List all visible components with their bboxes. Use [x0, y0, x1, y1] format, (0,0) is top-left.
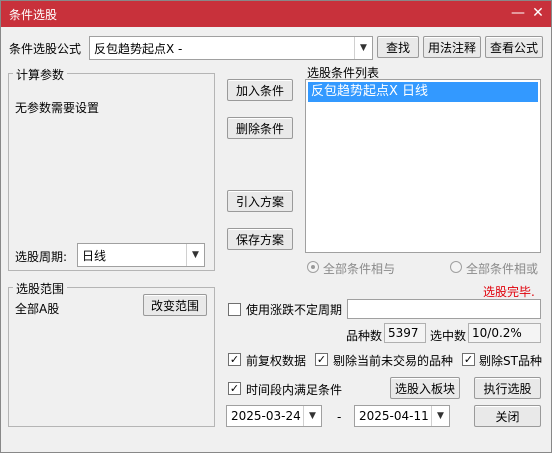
- close-icon[interactable]: ✕: [529, 4, 547, 22]
- to-block-button[interactable]: 选股入板块: [390, 377, 460, 399]
- end-date-value: 2025-04-11: [359, 409, 429, 423]
- adjust-label: 前复权数据: [246, 354, 307, 368]
- save-plan-button[interactable]: 保存方案: [227, 228, 293, 250]
- exclude-st-checkbox[interactable]: ✓: [462, 353, 475, 366]
- limit-period-label: 使用涨跌不定周期: [246, 303, 343, 317]
- or-radio-label: 全部条件相或: [466, 262, 539, 276]
- start-date-picker[interactable]: 2025-03-24 ▼: [226, 405, 322, 427]
- view-formula-button[interactable]: 查看公式: [485, 36, 543, 58]
- delete-condition-button[interactable]: 删除条件: [227, 117, 293, 139]
- add-condition-button[interactable]: 加入条件: [227, 79, 293, 101]
- and-radio-label: 全部条件相与: [323, 262, 396, 276]
- conditions-list[interactable]: 反包趋势起点X 日线: [305, 79, 541, 253]
- range-group-label: 选股范围: [13, 280, 68, 297]
- selected-label: 选中数: [430, 329, 467, 343]
- usage-notes-button[interactable]: 用法注释: [423, 36, 481, 58]
- or-radio[interactable]: [450, 261, 462, 273]
- date-separator: -: [337, 410, 342, 424]
- formula-label: 条件选股公式: [9, 42, 82, 56]
- exclude-suspended-label: 剔除当前未交易的品种: [333, 354, 454, 368]
- find-button[interactable]: 查找: [377, 36, 419, 58]
- title-bar[interactable]: 条件选股 — ✕: [1, 1, 551, 27]
- close-button[interactable]: 关闭: [474, 405, 541, 427]
- start-date-value: 2025-03-24: [231, 409, 301, 423]
- adjust-checkbox[interactable]: ✓: [228, 353, 241, 366]
- formula-select[interactable]: 反包趋势起点X - ▼: [89, 36, 373, 60]
- range-value: 全部A股: [15, 302, 60, 316]
- time-range-label: 时间段内满足条件: [246, 383, 343, 397]
- chevron-down-icon[interactable]: ▼: [303, 406, 321, 426]
- chevron-down-icon[interactable]: ▼: [431, 406, 449, 426]
- params-message: 无参数需要设置: [15, 101, 100, 115]
- change-range-button[interactable]: 改变范围: [143, 294, 207, 316]
- run-selection-button[interactable]: 执行选股: [474, 377, 541, 399]
- exclude-suspended-checkbox[interactable]: ✓: [315, 353, 328, 366]
- window-title: 条件选股: [9, 8, 58, 22]
- limit-period-checkbox[interactable]: [228, 303, 241, 316]
- condition-stock-selection-window: 条件选股 — ✕ 条件选股公式 反包趋势起点X - ▼ 查找 用法注释 查看公式…: [0, 0, 552, 453]
- and-radio[interactable]: [307, 261, 319, 273]
- time-range-checkbox[interactable]: ✓: [228, 382, 241, 395]
- count-label: 品种数: [346, 329, 383, 343]
- period-select[interactable]: 日线 ▼: [77, 243, 205, 267]
- minimize-icon[interactable]: —: [509, 4, 527, 22]
- period-label: 选股周期:: [15, 250, 68, 264]
- params-group-label: 计算参数: [13, 66, 68, 83]
- end-date-picker[interactable]: 2025-04-11 ▼: [354, 405, 450, 427]
- import-plan-button[interactable]: 引入方案: [227, 190, 293, 212]
- exclude-st-label: 剔除ST品种: [479, 354, 542, 368]
- limit-period-input[interactable]: [347, 299, 541, 319]
- status-text: 选股完毕.: [483, 285, 535, 299]
- chevron-down-icon[interactable]: ▼: [354, 37, 372, 59]
- list-item[interactable]: 反包趋势起点X 日线: [308, 82, 538, 102]
- period-select-value: 日线: [82, 248, 107, 263]
- selected-value: 10/0.2%: [468, 323, 541, 343]
- count-value: 5397: [384, 323, 426, 343]
- chevron-down-icon[interactable]: ▼: [186, 244, 204, 266]
- formula-select-value: 反包趋势起点X -: [94, 41, 183, 56]
